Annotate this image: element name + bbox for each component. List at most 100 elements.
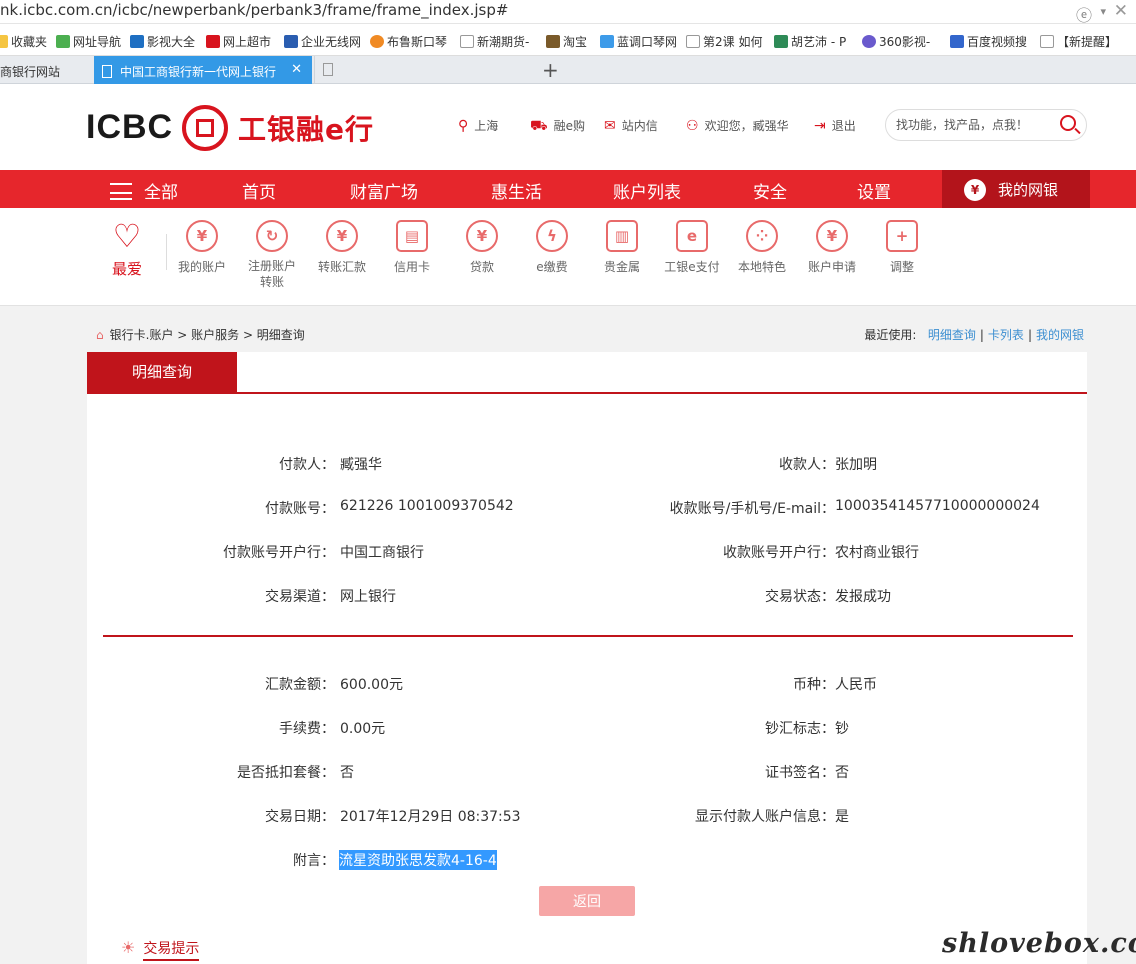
store-icon	[206, 35, 220, 48]
page-icon	[686, 35, 700, 48]
bookmark-item[interactable]: 百度视频搜	[950, 33, 1027, 50]
close-tab-icon[interactable]: ✕	[291, 62, 302, 77]
amount-value: 600.00元	[340, 677, 403, 693]
bookmark-item[interactable]: 蓝调口琴网	[600, 33, 677, 50]
logo-en[interactable]: ICBC	[86, 108, 173, 147]
quick-precious-metal[interactable]: ▥ 贵金属	[587, 220, 657, 275]
payee-bank-label: 收款账号开户行：	[723, 545, 835, 561]
plus-icon: +	[886, 220, 918, 252]
bookmark-item[interactable]: 网上超市	[206, 33, 271, 50]
logout-label: 退出	[831, 119, 856, 133]
bookmark-label: 百度视频搜	[967, 35, 1028, 49]
url-text[interactable]: nk.icbc.com.cn/icbc/newperbank/perbank3/…	[0, 1, 508, 19]
bookmark-item[interactable]: 淘宝	[546, 33, 587, 50]
mail-label: 站内信	[621, 119, 658, 133]
chevron-down-icon[interactable]: ▾	[1100, 5, 1106, 18]
recent-link-cards[interactable]: 卡列表	[988, 328, 1024, 342]
transfer-icon: ↻	[256, 220, 288, 252]
quick-label: 本地特色	[737, 260, 786, 274]
nav-mybank[interactable]: ¥ 我的网银	[942, 170, 1090, 208]
nav-home[interactable]: 首页	[242, 178, 276, 203]
quick-label: e缴费	[536, 260, 568, 274]
credit-card-icon: ▤	[396, 220, 428, 252]
transaction-tip[interactable]: ☀ 交易提示	[121, 938, 200, 961]
bookmark-item[interactable]: 影视大全	[130, 33, 195, 50]
browser-tab[interactable]	[314, 56, 532, 84]
city-link[interactable]: ⚲ 上海	[458, 117, 498, 134]
package-deduct-value: 否	[340, 765, 354, 781]
currency-value: 人民币	[835, 677, 877, 693]
site-header: ICBC 工银融e行 ⚲ 上海 ⛟ 融e购 ✉ 站内信 ⚇ 欢迎您，臧强华 ⇥ 退出	[0, 84, 1136, 170]
logout-link[interactable]: ⇥ 退出	[814, 117, 856, 134]
tab-detail-query[interactable]: 明细查询	[87, 352, 237, 392]
quick-account-apply[interactable]: ¥ 账户申请	[797, 220, 867, 275]
bookmark-item[interactable]: 胡艺沛 - P	[774, 33, 846, 50]
bookmark-item[interactable]: 360影视-	[862, 33, 930, 50]
bookmark-label: 胡艺沛 - P	[791, 35, 847, 49]
compat-mode-icon[interactable]: ⓔ	[1076, 2, 1092, 26]
home-icon[interactable]: ⌂	[96, 328, 104, 342]
channel-value: 网上银行	[340, 589, 396, 605]
recent-link-mybank[interactable]: 我的网银	[1036, 328, 1084, 342]
quick-register-transfer[interactable]: ↻ 注册账户转账	[237, 220, 307, 290]
nav-accounts[interactable]: 账户列表	[613, 178, 681, 203]
bookmark-item[interactable]: 布鲁斯口琴	[370, 33, 447, 50]
bookmark-item[interactable]: 企业无线网	[284, 33, 361, 50]
bookmark-label: 蓝调口琴网	[617, 35, 678, 49]
recent-link-detail[interactable]: 明细查询	[928, 328, 976, 342]
shop-link[interactable]: ⛟ 融e购	[530, 117, 585, 136]
search-input[interactable]	[896, 116, 1046, 134]
close-icon[interactable]: ✕	[1114, 1, 1128, 21]
cert-sign-label: 证书签名：	[765, 765, 835, 781]
browser-tab[interactable]: 商银行网站	[0, 56, 94, 84]
show-payer-value: 是	[835, 809, 849, 825]
logout-icon: ⇥	[814, 118, 826, 134]
nav-settings[interactable]: 设置	[857, 178, 891, 203]
page-icon	[460, 35, 474, 48]
quick-epay-fee[interactable]: ϟ e缴费	[517, 220, 587, 275]
bookmark-label: 淘宝	[563, 35, 588, 49]
nav-life[interactable]: 惠生活	[491, 178, 542, 203]
breadcrumb: ⌂ 银行卡.账户 > 账户服务 > 明细查询	[96, 326, 305, 343]
nav-security[interactable]: 安全	[753, 178, 787, 203]
bookmark-item[interactable]: 第2课 如何	[686, 33, 762, 50]
bookmark-item[interactable]: 新潮期货-	[460, 33, 529, 50]
bookmarks-bar: 收藏夹 网址导航 影视大全 网上超市 企业无线网 布鲁斯口琴 新潮期货- 淘宝 …	[0, 24, 1136, 56]
quick-e-payment[interactable]: e 工银e支付	[657, 220, 727, 275]
logo-cn[interactable]: 工银融e行	[238, 108, 374, 148]
mail-link[interactable]: ✉ 站内信	[604, 117, 658, 134]
payer-label: 付款人：	[279, 457, 335, 473]
quick-adjust[interactable]: + 调整	[867, 220, 937, 275]
memo-value[interactable]: 流星资助张思发款4-16-4	[339, 850, 497, 870]
favorites[interactable]: ♡ 最爱	[104, 218, 150, 279]
bookmark-item[interactable]: 收藏夹	[0, 33, 47, 50]
bookmark-item[interactable]: 【新提醒】	[1040, 33, 1117, 50]
mail-icon: ✉	[604, 118, 616, 134]
nav-all[interactable]: 全部	[110, 178, 178, 203]
quick-label: 工银e支付	[664, 260, 720, 274]
nav-wealth[interactable]: 财富广场	[350, 178, 418, 203]
quick-local[interactable]: ⁘ 本地特色	[727, 220, 797, 275]
bank-page: ICBC 工银融e行 ⚲ 上海 ⛟ 融e购 ✉ 站内信 ⚇ 欢迎您，臧强华 ⇥ 退出 全部…	[0, 84, 1136, 964]
search-box[interactable]	[885, 109, 1087, 141]
welcome-text: ⚇ 欢迎您，臧强华	[686, 117, 789, 134]
quick-transfer[interactable]: ¥ 转账汇款	[307, 220, 377, 275]
quick-loan[interactable]: ¥ 贷款	[447, 220, 517, 275]
payee-label: 收款人：	[779, 457, 835, 473]
new-tab-button[interactable]: +	[542, 58, 559, 82]
bookmark-item[interactable]: 网址导航	[56, 33, 121, 50]
browser-tab-active[interactable]: 中国工商银行新一代网上银行 ✕	[94, 56, 312, 84]
bookmark-label: 网址导航	[73, 35, 122, 49]
page-icon	[323, 63, 333, 76]
tab-label: 中国工商银行新一代网上银行	[120, 65, 277, 79]
payee-account-value: 10003541457710000000024	[835, 498, 1040, 514]
fee-label: 手续费：	[279, 721, 335, 737]
channel-label: 交易渠道：	[265, 589, 335, 605]
separator: |	[979, 328, 984, 342]
quick-my-account[interactable]: ¥ 我的账户	[167, 220, 237, 275]
address-bar[interactable]: nk.icbc.com.cn/icbc/newperbank/perbank3/…	[0, 0, 1136, 26]
search-icon[interactable]	[1060, 115, 1076, 131]
quick-credit-card[interactable]: ▤ 信用卡	[377, 220, 447, 275]
status-label: 交易状态：	[765, 589, 835, 605]
back-button[interactable]: 返回	[539, 886, 635, 916]
